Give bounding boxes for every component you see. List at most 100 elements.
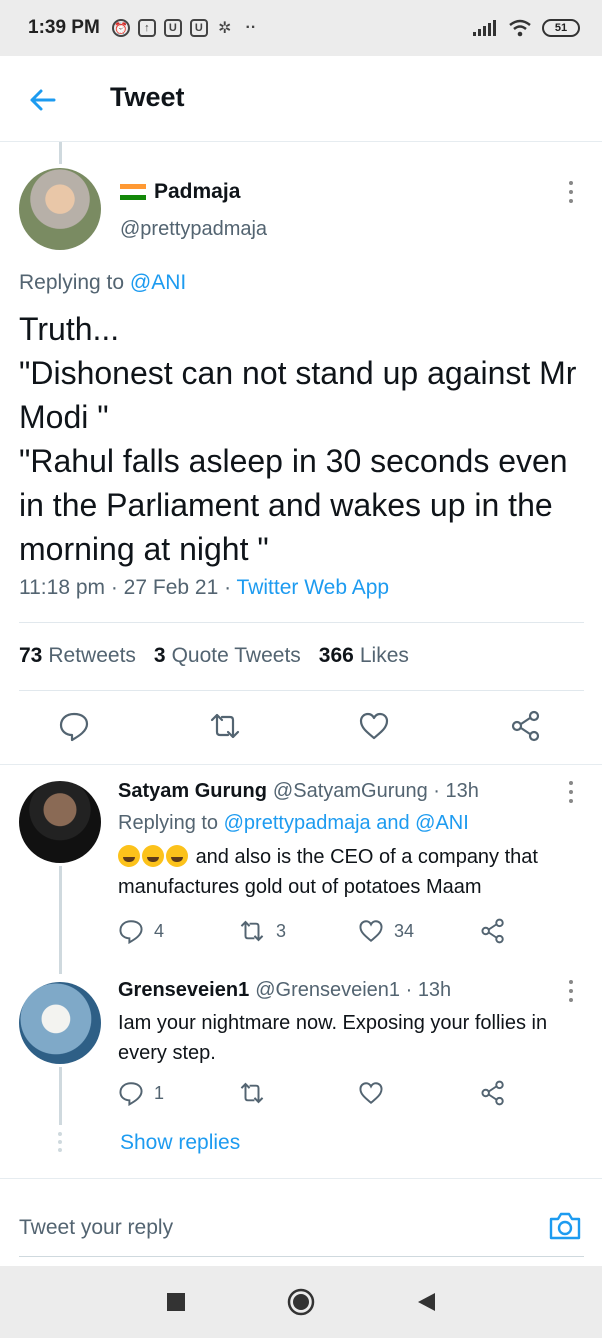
- reply-handle[interactable]: @SatyamGurung: [273, 780, 428, 802]
- shield-app-icon-2: U: [189, 19, 208, 37]
- share-icon: [511, 710, 540, 742]
- like-button[interactable]: [358, 710, 394, 746]
- replying-to-link[interactable]: @ANI: [130, 271, 186, 294]
- heart-icon: [359, 712, 389, 740]
- reply-text: and also is the CEO of a company that ma…: [118, 845, 538, 898]
- reply-header: Grenseveien1 @Grenseveien1 · 13h: [118, 979, 452, 1001]
- heart-icon: [359, 920, 383, 943]
- reply-avatar[interactable]: [19, 982, 101, 1064]
- battery-icon: 51: [542, 19, 580, 37]
- reply-display-name[interactable]: Satyam Gurung: [118, 780, 267, 802]
- reply-input-underline: [19, 1256, 584, 1257]
- tweet-actions: [0, 700, 602, 760]
- section-divider: [0, 764, 602, 765]
- alarm-icon: ⏰: [111, 19, 130, 37]
- camera-button[interactable]: [548, 1210, 582, 1242]
- quote-tweets-stat[interactable]: 3 Quote Tweets: [154, 644, 301, 668]
- retweet-icon: [240, 1082, 264, 1104]
- reply-count: 4: [154, 920, 165, 941]
- reply-time: 13h: [417, 979, 452, 1001]
- reply-display-name[interactable]: Grenseveien1: [118, 979, 249, 1001]
- triangle-back-icon: [418, 1293, 435, 1311]
- divider: [19, 622, 584, 623]
- status-bar: 1:39 PM ⏰ ↑ U U ✲ ·· 51: [0, 0, 602, 56]
- reply-count: 1: [154, 1082, 165, 1103]
- share-icon: [481, 1080, 504, 1106]
- home-button[interactable]: [285, 1286, 317, 1318]
- notification-icons: ⏰ ↑ U U ✲ ··: [111, 19, 260, 37]
- more-options-icon[interactable]: [559, 178, 583, 206]
- author-avatar[interactable]: [19, 168, 101, 250]
- reply-more-options-icon[interactable]: [559, 977, 583, 1005]
- more-notifications-icon: ··: [245, 19, 257, 36]
- back-button[interactable]: [24, 82, 60, 118]
- reply-reply-button[interactable]: 4: [118, 918, 164, 944]
- camera-icon: [549, 1212, 581, 1240]
- reply-handle[interactable]: @Grenseveien1: [255, 979, 400, 1001]
- reply-icon: [119, 1082, 143, 1106]
- square-icon: [167, 1293, 185, 1311]
- system-navigation-bar: [0, 1266, 602, 1338]
- reply-text: Iam your nightmare now. Exposing your fo…: [118, 1012, 548, 1064]
- reply-like-button[interactable]: 34: [358, 918, 414, 944]
- like-count: 34: [394, 920, 415, 941]
- tweet-date: 27 Feb 21: [123, 576, 219, 599]
- reply-retweet-button[interactable]: [238, 1080, 266, 1106]
- upload-icon: ↑: [137, 19, 156, 37]
- reply-share-button[interactable]: [480, 918, 506, 944]
- reply-icon: [119, 920, 143, 944]
- more-replies-indicator: [58, 1132, 62, 1152]
- heart-icon: [359, 1082, 383, 1105]
- likes-stat[interactable]: 366 Likes: [319, 644, 409, 668]
- reply-share-button[interactable]: [480, 1080, 506, 1106]
- signal-icon: [473, 20, 496, 36]
- retweets-stat[interactable]: 73 Retweets: [19, 644, 136, 668]
- shield-app-icon: U: [163, 19, 182, 37]
- reply-replying-to: Replying to @prettypadmaja and @ANI: [118, 812, 469, 834]
- retweet-icon: [240, 920, 264, 942]
- retweet-button[interactable]: [208, 710, 244, 746]
- tweet-stats: 73 Retweets 3 Quote Tweets 366 Likes: [19, 644, 409, 668]
- reply-like-button[interactable]: [358, 1080, 384, 1106]
- tweet-time: 11:18 pm: [19, 576, 105, 599]
- reply-header: Satyam Gurung @SatyamGurung · 13h: [118, 780, 479, 802]
- reply-composer[interactable]: Tweet your reply: [0, 1190, 602, 1264]
- grinning-emoji-icon: [118, 845, 140, 867]
- tweet-source-link[interactable]: Twitter Web App: [237, 576, 390, 599]
- replying-prefix: Replying to: [19, 271, 125, 294]
- reply-avatar[interactable]: [19, 781, 101, 863]
- author-handle[interactable]: @prettypadmaja: [120, 218, 267, 241]
- status-right: 51: [472, 19, 580, 37]
- india-flag-icon: [120, 184, 146, 200]
- reply-reply-button[interactable]: 1: [118, 1080, 164, 1106]
- page-title: Tweet: [110, 82, 185, 112]
- status-time: 1:39 PM: [28, 17, 100, 38]
- retweet-icon: [210, 713, 240, 739]
- thread-connector: [59, 866, 62, 974]
- back-nav-button[interactable]: [410, 1286, 442, 1318]
- author-name-row: Padmaja: [120, 180, 240, 204]
- tweet-meta: 11:18 pm · 27 Feb 21 · Twitter Web App: [19, 576, 390, 599]
- author-display-name[interactable]: Padmaja: [154, 180, 240, 204]
- thread-connector: [59, 142, 62, 164]
- reply-input-placeholder[interactable]: Tweet your reply: [19, 1216, 173, 1240]
- reply-more-options-icon[interactable]: [559, 778, 583, 806]
- divider: [19, 690, 584, 691]
- retweet-count: 3: [276, 920, 287, 941]
- reply-icon: [59, 712, 89, 742]
- replying-to: Replying to @ANI: [19, 271, 186, 295]
- replying-to-link[interactable]: @prettypadmaja and @ANI: [224, 812, 469, 834]
- reply-retweet-button[interactable]: 3: [238, 918, 286, 944]
- wifi-icon: [509, 19, 531, 37]
- reply-button[interactable]: [58, 710, 94, 746]
- reply-time: 13h: [445, 780, 479, 802]
- share-button[interactable]: [510, 710, 546, 746]
- rofl-emoji-icon: [142, 845, 164, 867]
- recents-button[interactable]: [160, 1286, 192, 1318]
- thread-connector: [59, 1067, 62, 1125]
- header: Tweet: [0, 56, 602, 142]
- back-arrow-icon: [30, 89, 56, 111]
- reply-actions: 4 3 34: [118, 918, 538, 948]
- tweet-text: Truth... "Dishonest can not stand up aga…: [19, 311, 577, 567]
- show-replies-link[interactable]: Show replies: [120, 1131, 240, 1155]
